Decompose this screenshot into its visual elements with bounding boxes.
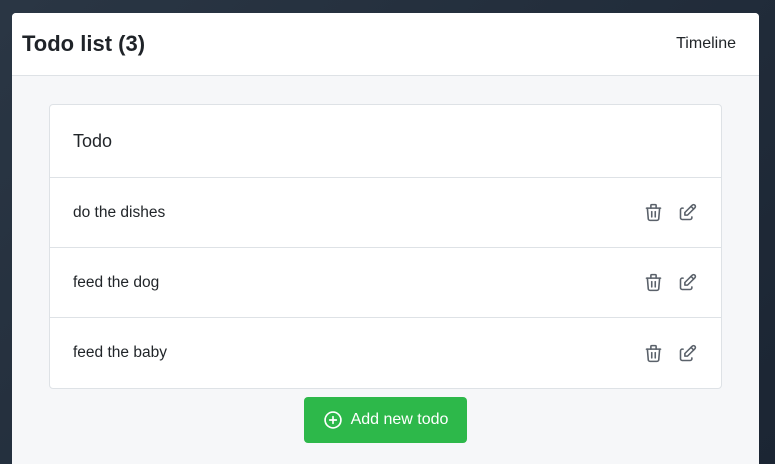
- todo-item-actions: [642, 272, 698, 294]
- todo-item-text: feed the baby: [73, 344, 167, 361]
- add-todo-label: Add new todo: [350, 411, 449, 428]
- trash-icon[interactable]: [642, 272, 664, 294]
- todo-item-text: feed the dog: [73, 273, 160, 291]
- trash-icon[interactable]: [642, 202, 664, 224]
- page-header: Todo list (3) Timeline: [12, 13, 759, 76]
- edit-icon[interactable]: [676, 342, 698, 364]
- trash-icon[interactable]: [642, 342, 664, 364]
- todo-card: Todo do the dishes feed the dog feed the…: [49, 104, 722, 389]
- app-window: Todo list (3) Timeline Todo do the dishe…: [12, 13, 759, 464]
- edit-icon[interactable]: [676, 272, 698, 294]
- todo-item-text: do the dishes: [73, 203, 166, 221]
- timeline-link[interactable]: Timeline: [676, 35, 736, 53]
- plus-circle-icon: [323, 410, 343, 430]
- todo-item: do the dishes: [50, 178, 721, 248]
- todo-item: feed the dog: [50, 248, 721, 318]
- edit-icon[interactable]: [676, 202, 698, 224]
- todo-item-actions: [642, 342, 698, 364]
- add-todo-button[interactable]: Add new todo: [304, 397, 467, 443]
- todo-card-heading: Todo: [50, 105, 721, 178]
- todo-item-actions: [642, 202, 698, 224]
- todo-item: feed the baby: [50, 318, 721, 388]
- page-title: Todo list (3): [22, 31, 146, 56]
